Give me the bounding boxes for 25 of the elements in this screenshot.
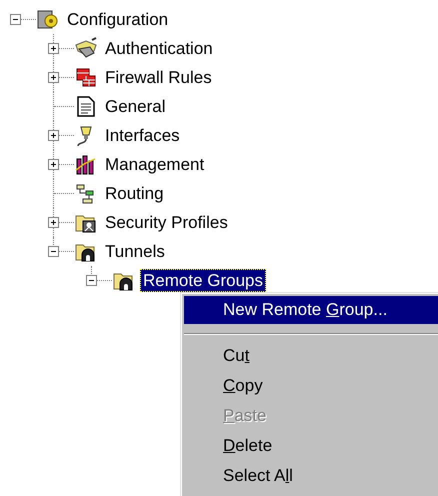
tree-item[interactable]: Configuration xyxy=(64,8,172,31)
plus-icon[interactable] xyxy=(48,130,59,141)
plus-icon[interactable] xyxy=(48,159,59,170)
tree-item[interactable]: Remote Groups xyxy=(140,269,266,292)
minus-icon[interactable] xyxy=(86,275,97,286)
plus-icon[interactable] xyxy=(48,43,59,54)
minus-icon[interactable] xyxy=(10,14,21,25)
tree-item[interactable]: Firewall Rules xyxy=(102,66,215,89)
menu-item[interactable]: New Remote Group... xyxy=(184,296,438,324)
tree-item[interactable]: Authentication xyxy=(102,37,216,60)
tree-item[interactable]: General xyxy=(102,95,168,118)
plus-icon[interactable] xyxy=(48,217,59,228)
tree-item[interactable]: Routing xyxy=(102,182,167,205)
tree-item[interactable]: Management xyxy=(102,153,208,176)
plus-icon[interactable] xyxy=(48,72,59,83)
tree-item[interactable]: Interfaces xyxy=(102,124,183,147)
tree-item[interactable]: Tunnels xyxy=(102,240,168,263)
tree-item[interactable]: Security Profiles xyxy=(102,211,231,234)
menu-item[interactable]: Delete xyxy=(184,431,438,461)
menu-item[interactable]: Cut xyxy=(184,341,438,371)
menu-item[interactable]: Select All xyxy=(184,461,438,491)
menu-item[interactable]: Copy xyxy=(184,371,438,401)
bar-chart-icon xyxy=(74,152,98,176)
brick-wall-icon xyxy=(74,66,98,90)
minus-icon[interactable] xyxy=(48,246,59,257)
